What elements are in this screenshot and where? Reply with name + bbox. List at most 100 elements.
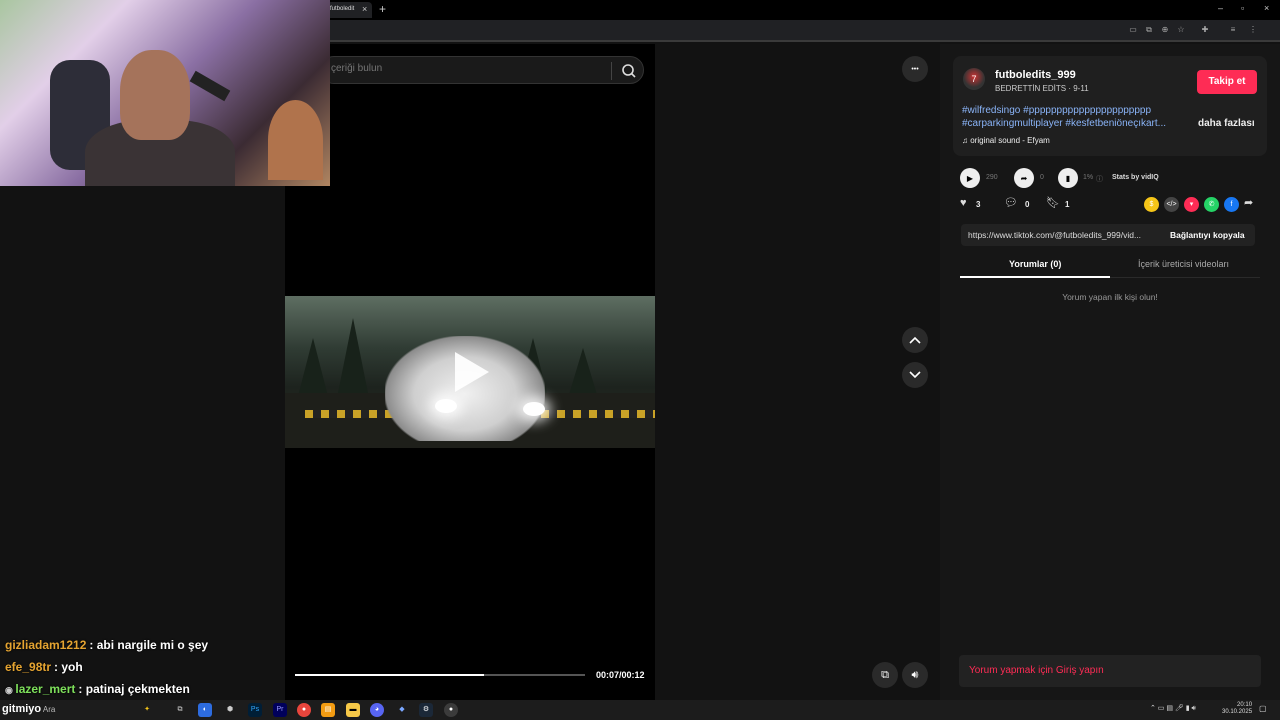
speaker-icon: 🔊︎	[911, 668, 919, 681]
search-input[interactable]	[331, 63, 601, 74]
whatsapp-icon[interactable]: ✆	[1204, 197, 1219, 212]
comment-login-box[interactable]: Yorum yapmak için Giriş yapın	[959, 655, 1261, 687]
play-count-icon: ▶	[960, 168, 980, 188]
comment-icon[interactable]: 💬︎	[1004, 196, 1018, 209]
more-options-button[interactable]: •••	[902, 56, 928, 82]
bookmark-star-icon[interactable]: ☆	[1176, 25, 1186, 35]
picture-in-picture-icon: ⧉	[881, 668, 889, 681]
clock-date: 30.10.2025	[1222, 709, 1253, 715]
translate-icon[interactable]: ⧉	[1144, 25, 1154, 35]
show-more-link[interactable]: daha fazlası	[1198, 118, 1255, 129]
chrome-active-icon[interactable]: ●	[444, 703, 458, 717]
notification-icon[interactable]: ▢	[1259, 705, 1267, 713]
clock[interactable]: 20:10 30.10.2025	[1222, 702, 1252, 716]
video-link[interactable]: https://www.tiktok.com/@futboledits_999/…	[968, 230, 1158, 240]
right-panel: 7 futboledits_999 BEDRETTİN EDİTS · 9-11…	[940, 44, 1280, 700]
chat-message: efe_98tr: yoh	[5, 660, 305, 682]
chat-username: efe_98tr	[5, 660, 52, 674]
photoshop-icon[interactable]: Ps	[248, 703, 262, 717]
avatar[interactable]: 7	[963, 68, 985, 90]
chat-last-line: gitmiyo	[2, 703, 42, 715]
sound-name: original sound - Efyam	[970, 136, 1050, 145]
video-progress-fill	[295, 674, 485, 676]
windows-taskbar: gitmiyo Ara ✦ ⧉ ◐ ⬢ Ps Pr ● ▤ ▬ ◕ ◆ ⚙ ● …	[0, 700, 1280, 720]
app-icon[interactable]: ◆	[395, 703, 409, 717]
discord-icon[interactable]: ◕	[370, 703, 384, 717]
share-count: 0	[1040, 174, 1044, 181]
headlight	[435, 399, 457, 413]
save-count: 1	[1065, 200, 1070, 209]
next-video-button[interactable]	[902, 362, 928, 388]
stats-bar-icon: ▮	[1058, 168, 1078, 188]
minimize-button[interactable]: –	[1218, 3, 1223, 13]
bookmark-icon[interactable]: 🔖︎	[1046, 196, 1060, 209]
previous-video-button[interactable]	[902, 327, 928, 353]
play-overlay-icon[interactable]	[455, 352, 489, 392]
follow-button[interactable]: Takip et	[1197, 70, 1257, 94]
tab-comments[interactable]: Yorumlar (0)	[1009, 259, 1061, 269]
copilot-icon[interactable]: ✦	[140, 703, 154, 717]
description-hashtags-2[interactable]: #carparkingmultiplayer #kesfetbeniöneçık…	[962, 117, 1187, 130]
description-hashtags-1[interactable]: #wilfredsingo #pppppppppppppppppppppp	[962, 104, 1187, 117]
headlight	[523, 402, 545, 416]
video-progress-bar[interactable]	[295, 674, 585, 676]
share-arrow-icon[interactable]: ➦	[1244, 196, 1253, 209]
close-window-button[interactable]: ×	[1264, 3, 1269, 13]
send-icon[interactable]: ▾	[1184, 197, 1199, 212]
clock-time: 20:10	[1237, 702, 1253, 708]
menu-icon[interactable]: ⋮	[1248, 25, 1258, 35]
premiere-icon[interactable]: Pr	[273, 703, 287, 717]
video-frame[interactable]	[285, 296, 655, 448]
search-icon[interactable]	[619, 61, 639, 81]
chat-text: : abi nargile mi o şey	[89, 638, 209, 652]
lamp	[268, 100, 323, 180]
avatar-text: 7	[971, 74, 977, 84]
pip-button[interactable]: ⧉	[872, 662, 898, 688]
taskbar-search-label: Ara	[42, 705, 56, 714]
tray-icons[interactable]: ⌃ ▭ ▤ 🎤︎ ▮ 🔊︎	[1150, 705, 1196, 712]
embed-icon[interactable]: </>	[1164, 197, 1179, 212]
maximize-button[interactable]: ▫	[1241, 3, 1244, 13]
extensions-icon[interactable]: ✚	[1200, 25, 1210, 35]
tab-creator-videos[interactable]: İçerik üreticisi videoları	[1138, 259, 1229, 269]
chat-text: : yoh	[54, 660, 83, 674]
heart-icon[interactable]: ♥	[960, 197, 967, 209]
app-icon[interactable]: ⬢	[223, 703, 237, 717]
file-explorer-icon[interactable]: ▬	[346, 703, 360, 717]
comment-login-prompt[interactable]: Yorum yapmak için Giriş yapın	[969, 665, 1104, 676]
media-icon[interactable]: ≡	[1228, 25, 1238, 35]
chat-message: gizliadam1212: abi nargile mi o şey	[5, 638, 305, 660]
author-username[interactable]: futboledits_999	[995, 69, 1076, 81]
sound-info[interactable]: ♫ original sound - Efyam	[962, 136, 1050, 145]
screen: futboledit × + – ▫ × ▭ ⧉ ⊕ ☆ ✚ ≡ ⋮ çeriğ…	[0, 0, 1280, 720]
search-divider	[611, 62, 612, 80]
empty-comments-message: Yorum yapan ilk kişi olun!	[1062, 292, 1158, 302]
author-card: 7 futboledits_999 BEDRETTİN EDİTS · 9-11…	[953, 56, 1267, 156]
new-tab-button[interactable]: +	[379, 2, 386, 16]
copy-link-button[interactable]: Bağlantıyı kopyala	[1170, 230, 1245, 240]
streamer-face	[120, 50, 190, 140]
comments-tabs: Yorumlar (0) İçerik üreticisi videoları	[960, 254, 1260, 278]
app-icon[interactable]: ▤	[321, 703, 335, 717]
stats-row: ▶ 290 ➦ 0 ▮ 1% ⓘ Stats by vidIQ	[960, 168, 1260, 190]
webcam-overlay	[0, 0, 330, 186]
stream-chat: gizliadam1212: abi nargile mi o şey efe_…	[5, 638, 305, 704]
vidiq-stats-label[interactable]: Stats by vidIQ	[1112, 174, 1159, 181]
more-icon: •••	[911, 65, 919, 73]
taskbar-search[interactable]: gitmiyo Ara	[2, 703, 55, 715]
video-description: #wilfredsingo #pppppppppppppppppppppp #c…	[962, 104, 1187, 130]
chat-badge-icon: ◉	[5, 685, 16, 695]
zoom-icon[interactable]: ⊕	[1160, 25, 1170, 35]
app-icon[interactable]: ◐	[198, 703, 212, 717]
cast-icon[interactable]: ▭	[1128, 25, 1138, 35]
steam-icon[interactable]: ⚙	[419, 703, 433, 717]
task-view-icon[interactable]: ⧉	[173, 703, 187, 717]
facebook-icon[interactable]: f	[1224, 197, 1239, 212]
chat-username: gizliadam1212	[5, 638, 87, 652]
info-icon[interactable]: ⓘ	[1096, 174, 1103, 184]
chrome-icon[interactable]: ●	[297, 703, 311, 717]
chat-username: lazer_mert	[15, 682, 76, 696]
volume-button[interactable]: 🔊︎	[902, 662, 928, 688]
tab-close-icon[interactable]: ×	[362, 4, 367, 14]
coin-icon[interactable]: $	[1144, 197, 1159, 212]
